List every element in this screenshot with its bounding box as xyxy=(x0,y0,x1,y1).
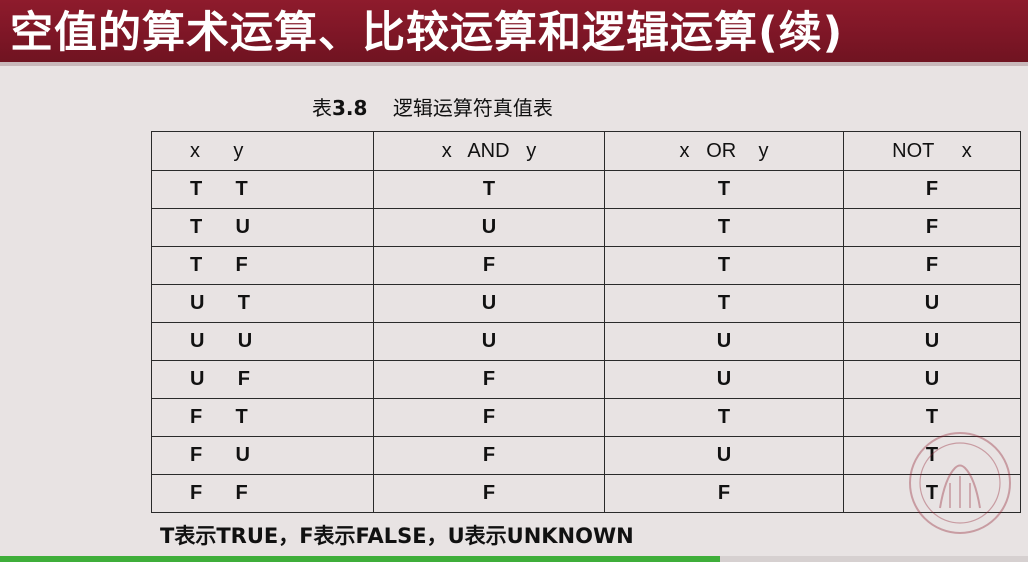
cell-and: F xyxy=(373,360,605,399)
table-row: U T U T U xyxy=(151,284,1021,323)
cell-xy: U T xyxy=(151,284,374,323)
cell-not: F xyxy=(843,170,1021,209)
title-bar: 空值的算术运算、比较运算和逻辑运算(续) xyxy=(0,0,1028,66)
slide: 空值的算术运算、比较运算和逻辑运算(续) 表3.8 逻辑运算符真值表 x y x… xyxy=(0,0,1028,562)
table-row: F T F T T xyxy=(151,398,1021,437)
cell-xy: U U xyxy=(151,322,374,361)
caption-prefix: 表 xyxy=(312,96,332,120)
header-xy: x y xyxy=(151,131,374,171)
video-progress-bar[interactable] xyxy=(0,556,1028,562)
table-row: T F F T F xyxy=(151,246,1021,285)
header-or: x OR y xyxy=(604,131,844,171)
cell-xy: F U xyxy=(151,436,374,475)
cell-or: U xyxy=(604,360,844,399)
caption-number: 3.8 xyxy=(332,96,368,120)
title-divider xyxy=(0,62,1028,66)
header-and: x AND y xyxy=(373,131,605,171)
cell-or: T xyxy=(604,398,844,437)
cell-or: T xyxy=(604,208,844,247)
caption-text: 逻辑运算符真值表 xyxy=(392,96,553,120)
cell-and: F xyxy=(373,436,605,475)
cell-not: U xyxy=(843,284,1021,323)
cell-and: F xyxy=(373,246,605,285)
footnote: T表示TRUE，F表示FALSE，U表示UNKNOWN xyxy=(160,524,634,548)
table-row: T U U T F xyxy=(151,208,1021,247)
cell-not: U xyxy=(843,360,1021,399)
cell-or: T xyxy=(604,246,844,285)
cell-not: F xyxy=(843,208,1021,247)
slide-title: 空值的算术运算、比较运算和逻辑运算(续) xyxy=(10,8,844,58)
cell-and: U xyxy=(373,322,605,361)
cell-or: F xyxy=(604,474,844,513)
table-header-row: x y x AND y x OR y NOT x xyxy=(151,131,1021,171)
cell-not: F xyxy=(843,246,1021,285)
cell-xy: T F xyxy=(151,246,374,285)
cell-xy: F T xyxy=(151,398,374,437)
cell-xy: U F xyxy=(151,360,374,399)
table-row: U U U U U xyxy=(151,322,1021,361)
video-progress-fill xyxy=(0,556,720,562)
cell-xy: T U xyxy=(151,208,374,247)
cell-not: U xyxy=(843,322,1021,361)
table-row: F F F F T xyxy=(151,474,1021,513)
cell-or: U xyxy=(604,436,844,475)
cell-and: F xyxy=(373,474,605,513)
cell-and: T xyxy=(373,170,605,209)
table-row: F U F U T xyxy=(151,436,1021,475)
university-seal-watermark xyxy=(909,432,1011,534)
cell-or: T xyxy=(604,170,844,209)
truth-table: x y x AND y x OR y NOT x T T T T F T U U… xyxy=(151,131,1021,513)
cell-or: T xyxy=(604,284,844,323)
table-row: U F F U U xyxy=(151,360,1021,399)
cell-xy: F F xyxy=(151,474,374,513)
header-not: NOT x xyxy=(843,131,1021,171)
cell-and: U xyxy=(373,208,605,247)
table-row: T T T T F xyxy=(151,170,1021,209)
cell-or: U xyxy=(604,322,844,361)
table-caption: 表3.8 逻辑运算符真值表 xyxy=(312,94,553,122)
cell-xy: T T xyxy=(151,170,374,209)
cell-and: U xyxy=(373,284,605,323)
cell-and: F xyxy=(373,398,605,437)
